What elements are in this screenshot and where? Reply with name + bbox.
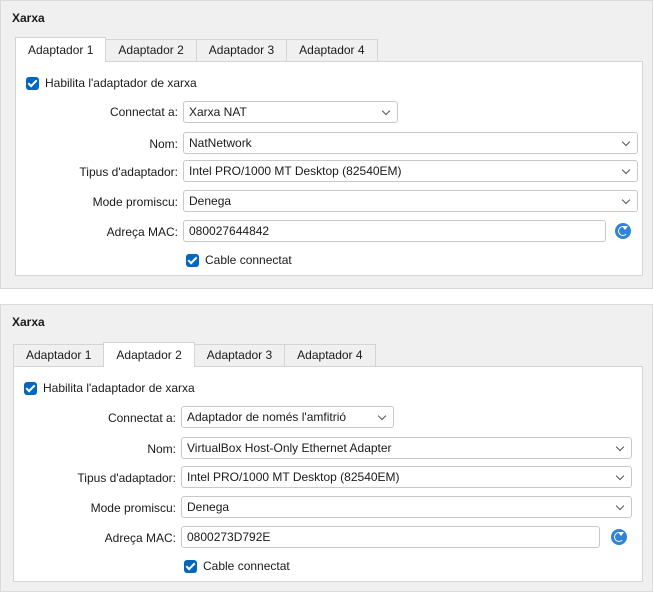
name-select[interactable]: VirtualBox Host-Only Ethernet Adapter — [181, 437, 632, 459]
chevron-down-icon — [621, 195, 631, 205]
adapter-type-label: Tipus d'adaptador: — [77, 471, 176, 485]
chevron-down-icon — [615, 501, 625, 511]
enable-adapter-label: Habilita l'adaptador de xarxa — [43, 381, 195, 395]
promiscuous-mode-value: Denega — [189, 194, 232, 208]
mac-address-input[interactable]: 0800273D792E — [181, 526, 600, 548]
adapter-type-select[interactable]: Intel PRO/1000 MT Desktop (82540EM) — [183, 160, 638, 182]
adapter-type-value: Intel PRO/1000 MT Desktop (82540EM) — [189, 164, 402, 178]
mac-address-label: Adreça MAC: — [104, 531, 176, 545]
tab-adapter-4[interactable]: Adaptador 4 — [284, 344, 376, 367]
enable-adapter-checkbox[interactable] — [24, 382, 37, 395]
refresh-mac-icon[interactable] — [615, 223, 631, 239]
tab-adapter-1[interactable]: Adaptador 1 — [13, 344, 105, 367]
chevron-down-icon — [381, 106, 391, 116]
enable-adapter-label: Habilita l'adaptador de xarxa — [45, 76, 197, 90]
adapter-content: Habilita l'adaptador de xarxa Connectat … — [13, 366, 643, 582]
name-value: VirtualBox Host-Only Ethernet Adapter — [187, 441, 392, 455]
mac-address-value: 080027644842 — [189, 224, 270, 238]
network-settings-panel-1: Xarxa Adaptador 1 Adaptador 2 Adaptador … — [0, 0, 653, 289]
mac-address-input[interactable]: 080027644842 — [183, 220, 606, 242]
tab-adapter-1[interactable]: Adaptador 1 — [15, 37, 107, 62]
name-value: NatNetwork — [189, 136, 252, 150]
name-select[interactable]: NatNetwork — [183, 132, 638, 154]
name-label: Nom: — [147, 442, 176, 456]
cable-connected-label: Cable connectat — [205, 253, 292, 267]
chevron-down-icon — [377, 411, 387, 421]
cable-connected-checkbox[interactable] — [186, 254, 199, 267]
chevron-down-icon — [621, 165, 631, 175]
attached-to-label: Connectat a: — [109, 105, 178, 119]
cable-connected-label: Cable connectat — [203, 559, 290, 573]
attached-to-select[interactable]: Adaptador de només l'amfitrió — [181, 406, 394, 428]
adapter-type-select[interactable]: Intel PRO/1000 MT Desktop (82540EM) — [181, 466, 632, 488]
chevron-down-icon — [621, 137, 631, 147]
attached-to-label: Connectat a: — [107, 411, 176, 425]
promiscuous-mode-label: Mode promiscu: — [90, 501, 176, 515]
chevron-down-icon — [615, 442, 625, 452]
adapter-tabbar: Adaptador 1 Adaptador 2 Adaptador 3 Adap… — [15, 37, 378, 62]
refresh-mac-icon[interactable] — [611, 529, 627, 545]
section-title: Xarxa — [12, 315, 45, 329]
attached-to-value: Xarxa NAT — [189, 105, 247, 119]
adapter-type-label: Tipus d'adaptador: — [79, 165, 178, 179]
tab-adapter-2[interactable]: Adaptador 2 — [105, 39, 197, 62]
promiscuous-mode-value: Denega — [187, 500, 230, 514]
promiscuous-mode-select[interactable]: Denega — [181, 496, 632, 518]
chevron-down-icon — [615, 471, 625, 481]
promiscuous-mode-select[interactable]: Denega — [183, 190, 638, 212]
attached-to-value: Adaptador de només l'amfitrió — [187, 410, 347, 424]
section-title: Xarxa — [12, 11, 45, 25]
tab-adapter-2[interactable]: Adaptador 2 — [103, 342, 195, 367]
mac-address-label: Adreça MAC: — [106, 225, 178, 239]
promiscuous-mode-label: Mode promiscu: — [92, 195, 178, 209]
adapter-type-value: Intel PRO/1000 MT Desktop (82540EM) — [187, 470, 400, 484]
tab-adapter-3[interactable]: Adaptador 3 — [195, 39, 288, 62]
cable-connected-checkbox[interactable] — [184, 560, 197, 573]
mac-address-value: 0800273D792E — [187, 530, 271, 544]
enable-adapter-checkbox[interactable] — [26, 77, 39, 90]
tab-adapter-4[interactable]: Adaptador 4 — [286, 39, 378, 62]
adapter-content: Habilita l'adaptador de xarxa Connectat … — [15, 61, 643, 276]
network-settings-panel-2: Xarxa Adaptador 1 Adaptador 2 Adaptador … — [0, 304, 653, 592]
name-label: Nom: — [149, 137, 178, 151]
adapter-tabbar: Adaptador 1 Adaptador 2 Adaptador 3 Adap… — [13, 342, 376, 367]
attached-to-select[interactable]: Xarxa NAT — [183, 101, 398, 123]
tab-adapter-3[interactable]: Adaptador 3 — [193, 344, 286, 367]
